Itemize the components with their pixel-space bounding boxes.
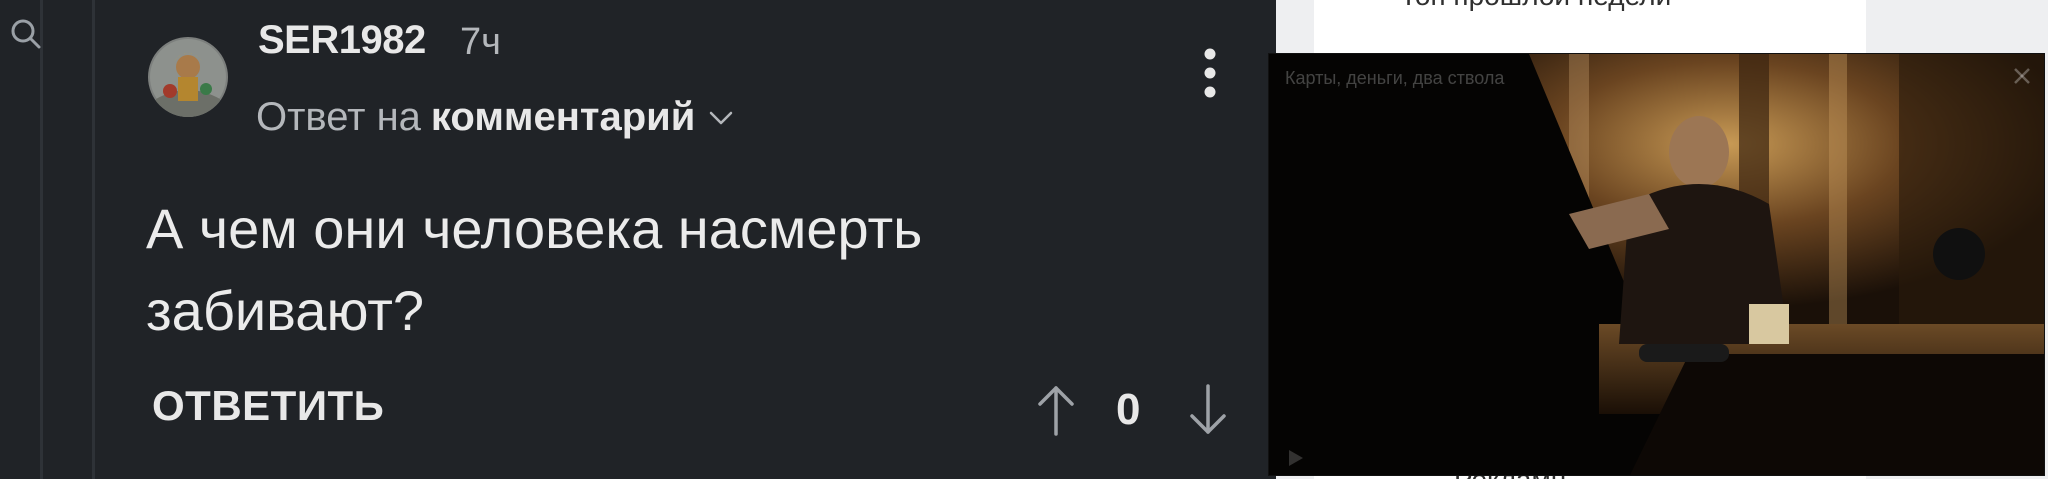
more-vertical-icon[interactable]	[1190, 46, 1230, 106]
comment-text: А чем они человека насмерть забивают?	[146, 197, 923, 342]
reply-reference[interactable]: Ответ на комментарий	[256, 95, 735, 140]
username[interactable]: SER1982	[258, 18, 426, 63]
search-icon[interactable]	[8, 16, 44, 52]
close-icon[interactable]	[2008, 62, 2036, 90]
sidebar-top-link[interactable]: Топ прошлой недели	[1400, 0, 1671, 12]
reply-prefix: Ответ на	[256, 95, 421, 139]
video-title: Карты, деньги, два ствола	[1285, 68, 1505, 88]
play-icon[interactable]	[1283, 446, 1307, 470]
reply-target-link[interactable]: комментарий	[431, 95, 695, 140]
comment-time: 7ч	[460, 21, 501, 63]
arrow-up-icon[interactable]	[1034, 380, 1078, 440]
vote-score: 0	[1116, 385, 1141, 434]
avatar[interactable]	[148, 37, 228, 117]
comment-pane: SER1982 7ч Ответ на комментарий А чем он…	[0, 0, 1276, 479]
thread-line	[40, 0, 43, 479]
video-player[interactable]: Карты, деньги, два ствола	[1268, 53, 2045, 476]
video-frame[interactable]	[1269, 54, 2045, 476]
arrow-down-icon[interactable]	[1186, 380, 1230, 440]
thread-line	[92, 0, 95, 479]
reply-button[interactable]: ОТВЕТИТЬ	[152, 382, 384, 430]
chevron-down-icon[interactable]	[707, 108, 735, 128]
